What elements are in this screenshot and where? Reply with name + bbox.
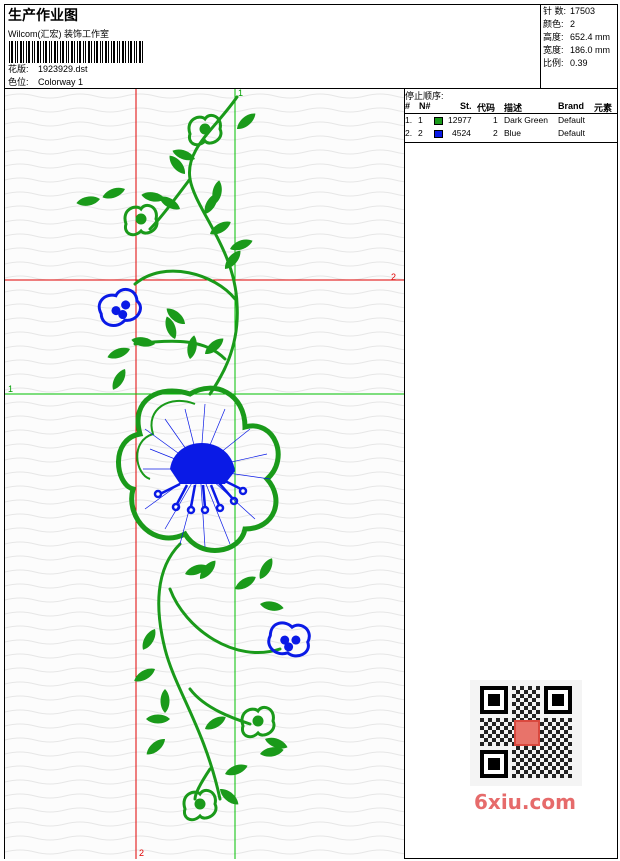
- barcode-icon: [9, 41, 143, 63]
- col-element: 元素: [594, 103, 613, 113]
- design-stats: 针 数: 17503 颜色: 2 高度: 652.4 mm 宽度: 186.0 mm 比…: [540, 5, 618, 89]
- stat-scale: 比例: 0.39: [543, 58, 588, 68]
- colorway-line: 色位: Colorway 1: [8, 75, 83, 88]
- worksheet-header: 生产作业图 Wilcom(汇宏) 装饰工作室 花版: 1923929.dst 色位…: [5, 5, 540, 89]
- colorway-value: Colorway 1: [38, 77, 84, 87]
- guide-label-red-top: 2: [391, 272, 396, 282]
- studio-name: Wilcom(汇宏) 装饰工作室: [8, 29, 109, 39]
- stat-colors: 颜色: 2: [543, 19, 576, 29]
- col-index: #: [405, 101, 411, 111]
- page-title: 生产作业图: [8, 8, 78, 24]
- qr-code-icon: [470, 680, 582, 786]
- col-code: 代码: [477, 103, 496, 113]
- guide-label-green-top: 1: [238, 89, 243, 98]
- col-stitches: St.: [460, 101, 472, 111]
- stop-sequence-header: # N# St. 代码 描述 Brand 元素: [405, 101, 618, 114]
- embroidery-preview: 2 1 1 2: [5, 89, 404, 859]
- table-row[interactable]: 1. 1 12977 1 Dark Green Default: [405, 115, 618, 127]
- col-brand: Brand: [558, 101, 585, 111]
- stop-sequence-divider: [405, 142, 618, 143]
- col-needle: N#: [419, 101, 431, 111]
- watermark-logo: 6xiu.com: [474, 790, 576, 814]
- stop-sequence-panel: 停止顺序: # N# St. 代码 描述 Brand 元素 1. 1 12977…: [405, 89, 618, 143]
- design-file-line: 花版: 1923929.dst: [8, 62, 88, 75]
- colorway-label: 色位:: [8, 77, 29, 87]
- color-swatch-green: [434, 117, 443, 125]
- stat-stitches: 针 数: 17503: [543, 6, 596, 16]
- stat-height: 高度: 652.4 mm: [543, 32, 611, 42]
- production-worksheet: 生产作业图 Wilcom(汇宏) 装饰工作室 花版: 1923929.dst 色位…: [0, 0, 620, 861]
- guide-label-red-bottom: 2: [139, 848, 144, 858]
- design-label: 花版:: [8, 64, 29, 74]
- design-canvas[interactable]: 2 1 1 2: [5, 89, 404, 859]
- table-row[interactable]: 2. 2 4524 2 Blue Default: [405, 128, 618, 140]
- design-file-value: 1923929.dst: [38, 64, 88, 74]
- color-swatch-blue: [434, 130, 443, 138]
- stat-width: 宽度: 186.0 mm: [543, 45, 611, 55]
- col-description: 描述: [504, 103, 523, 113]
- guide-label-green-left: 1: [8, 384, 13, 394]
- canvas-divider: [404, 89, 405, 859]
- seal-stamp-icon: [514, 720, 540, 746]
